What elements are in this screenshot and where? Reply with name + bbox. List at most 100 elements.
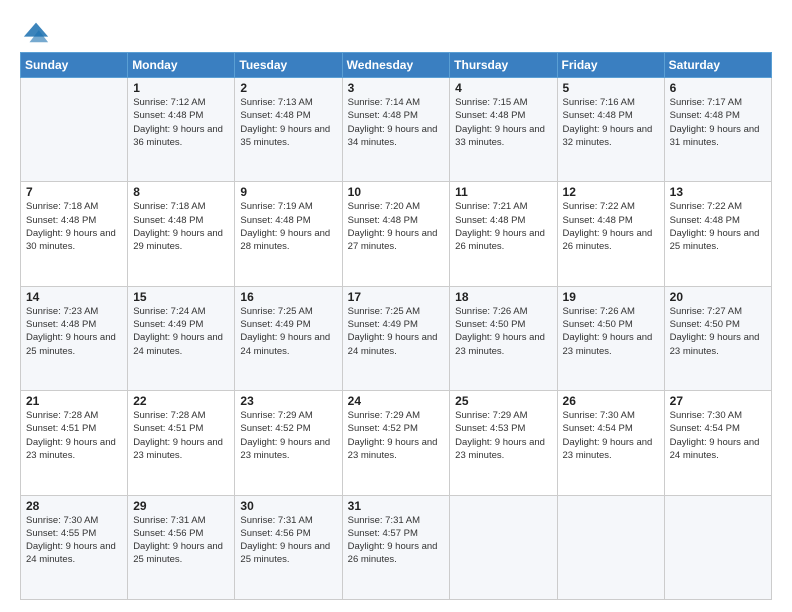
week-row-5: 28Sunrise: 7:30 AMSunset: 4:55 PMDayligh…: [21, 495, 772, 599]
logo: [20, 18, 50, 42]
day-cell: 22Sunrise: 7:28 AMSunset: 4:51 PMDayligh…: [128, 391, 235, 495]
day-info: Sunrise: 7:17 AMSunset: 4:48 PMDaylight:…: [670, 96, 766, 149]
day-cell: 15Sunrise: 7:24 AMSunset: 4:49 PMDayligh…: [128, 286, 235, 390]
day-info: Sunrise: 7:30 AMSunset: 4:54 PMDaylight:…: [563, 409, 659, 462]
day-info: Sunrise: 7:12 AMSunset: 4:48 PMDaylight:…: [133, 96, 229, 149]
day-info: Sunrise: 7:21 AMSunset: 4:48 PMDaylight:…: [455, 200, 551, 253]
day-cell: 30Sunrise: 7:31 AMSunset: 4:56 PMDayligh…: [235, 495, 342, 599]
day-info: Sunrise: 7:22 AMSunset: 4:48 PMDaylight:…: [670, 200, 766, 253]
day-number: 15: [133, 290, 229, 304]
day-cell: 2Sunrise: 7:13 AMSunset: 4:48 PMDaylight…: [235, 78, 342, 182]
day-number: 23: [240, 394, 336, 408]
logo-icon: [22, 18, 50, 46]
day-cell: 19Sunrise: 7:26 AMSunset: 4:50 PMDayligh…: [557, 286, 664, 390]
col-header-thursday: Thursday: [450, 53, 557, 78]
col-header-friday: Friday: [557, 53, 664, 78]
day-cell: 25Sunrise: 7:29 AMSunset: 4:53 PMDayligh…: [450, 391, 557, 495]
col-header-monday: Monday: [128, 53, 235, 78]
header: [20, 18, 772, 42]
week-row-3: 14Sunrise: 7:23 AMSunset: 4:48 PMDayligh…: [21, 286, 772, 390]
day-cell: 3Sunrise: 7:14 AMSunset: 4:48 PMDaylight…: [342, 78, 450, 182]
day-cell: 4Sunrise: 7:15 AMSunset: 4:48 PMDaylight…: [450, 78, 557, 182]
day-number: 16: [240, 290, 336, 304]
day-number: 19: [563, 290, 659, 304]
day-number: 20: [670, 290, 766, 304]
day-cell: 16Sunrise: 7:25 AMSunset: 4:49 PMDayligh…: [235, 286, 342, 390]
day-cell: [450, 495, 557, 599]
week-row-1: 1Sunrise: 7:12 AMSunset: 4:48 PMDaylight…: [21, 78, 772, 182]
day-cell: 31Sunrise: 7:31 AMSunset: 4:57 PMDayligh…: [342, 495, 450, 599]
day-number: 30: [240, 499, 336, 513]
day-number: 1: [133, 81, 229, 95]
day-info: Sunrise: 7:29 AMSunset: 4:53 PMDaylight:…: [455, 409, 551, 462]
day-number: 27: [670, 394, 766, 408]
day-number: 13: [670, 185, 766, 199]
day-info: Sunrise: 7:27 AMSunset: 4:50 PMDaylight:…: [670, 305, 766, 358]
day-cell: 29Sunrise: 7:31 AMSunset: 4:56 PMDayligh…: [128, 495, 235, 599]
day-number: 18: [455, 290, 551, 304]
day-cell: 8Sunrise: 7:18 AMSunset: 4:48 PMDaylight…: [128, 182, 235, 286]
day-cell: 11Sunrise: 7:21 AMSunset: 4:48 PMDayligh…: [450, 182, 557, 286]
day-cell: 6Sunrise: 7:17 AMSunset: 4:48 PMDaylight…: [664, 78, 771, 182]
day-info: Sunrise: 7:20 AMSunset: 4:48 PMDaylight:…: [348, 200, 445, 253]
week-row-2: 7Sunrise: 7:18 AMSunset: 4:48 PMDaylight…: [21, 182, 772, 286]
day-number: 3: [348, 81, 445, 95]
day-cell: 20Sunrise: 7:27 AMSunset: 4:50 PMDayligh…: [664, 286, 771, 390]
day-cell: [557, 495, 664, 599]
day-info: Sunrise: 7:22 AMSunset: 4:48 PMDaylight:…: [563, 200, 659, 253]
day-info: Sunrise: 7:18 AMSunset: 4:48 PMDaylight:…: [133, 200, 229, 253]
day-cell: 26Sunrise: 7:30 AMSunset: 4:54 PMDayligh…: [557, 391, 664, 495]
day-info: Sunrise: 7:23 AMSunset: 4:48 PMDaylight:…: [26, 305, 122, 358]
day-cell: 18Sunrise: 7:26 AMSunset: 4:50 PMDayligh…: [450, 286, 557, 390]
col-header-tuesday: Tuesday: [235, 53, 342, 78]
day-number: 7: [26, 185, 122, 199]
day-cell: 12Sunrise: 7:22 AMSunset: 4:48 PMDayligh…: [557, 182, 664, 286]
day-info: Sunrise: 7:30 AMSunset: 4:54 PMDaylight:…: [670, 409, 766, 462]
day-info: Sunrise: 7:31 AMSunset: 4:57 PMDaylight:…: [348, 514, 445, 567]
col-header-sunday: Sunday: [21, 53, 128, 78]
day-number: 12: [563, 185, 659, 199]
day-cell: 27Sunrise: 7:30 AMSunset: 4:54 PMDayligh…: [664, 391, 771, 495]
day-number: 9: [240, 185, 336, 199]
day-info: Sunrise: 7:25 AMSunset: 4:49 PMDaylight:…: [348, 305, 445, 358]
day-info: Sunrise: 7:18 AMSunset: 4:48 PMDaylight:…: [26, 200, 122, 253]
day-cell: 14Sunrise: 7:23 AMSunset: 4:48 PMDayligh…: [21, 286, 128, 390]
day-info: Sunrise: 7:28 AMSunset: 4:51 PMDaylight:…: [26, 409, 122, 462]
day-info: Sunrise: 7:19 AMSunset: 4:48 PMDaylight:…: [240, 200, 336, 253]
col-header-saturday: Saturday: [664, 53, 771, 78]
day-number: 5: [563, 81, 659, 95]
day-cell: 7Sunrise: 7:18 AMSunset: 4:48 PMDaylight…: [21, 182, 128, 286]
day-number: 10: [348, 185, 445, 199]
day-cell: 10Sunrise: 7:20 AMSunset: 4:48 PMDayligh…: [342, 182, 450, 286]
day-info: Sunrise: 7:31 AMSunset: 4:56 PMDaylight:…: [240, 514, 336, 567]
day-cell: 21Sunrise: 7:28 AMSunset: 4:51 PMDayligh…: [21, 391, 128, 495]
day-cell: 28Sunrise: 7:30 AMSunset: 4:55 PMDayligh…: [21, 495, 128, 599]
calendar-header-row: SundayMondayTuesdayWednesdayThursdayFrid…: [21, 53, 772, 78]
day-number: 2: [240, 81, 336, 95]
day-info: Sunrise: 7:24 AMSunset: 4:49 PMDaylight:…: [133, 305, 229, 358]
day-number: 22: [133, 394, 229, 408]
day-info: Sunrise: 7:31 AMSunset: 4:56 PMDaylight:…: [133, 514, 229, 567]
day-number: 25: [455, 394, 551, 408]
day-info: Sunrise: 7:15 AMSunset: 4:48 PMDaylight:…: [455, 96, 551, 149]
day-number: 6: [670, 81, 766, 95]
day-number: 4: [455, 81, 551, 95]
day-info: Sunrise: 7:28 AMSunset: 4:51 PMDaylight:…: [133, 409, 229, 462]
day-number: 29: [133, 499, 229, 513]
day-cell: 17Sunrise: 7:25 AMSunset: 4:49 PMDayligh…: [342, 286, 450, 390]
day-cell: 1Sunrise: 7:12 AMSunset: 4:48 PMDaylight…: [128, 78, 235, 182]
day-info: Sunrise: 7:26 AMSunset: 4:50 PMDaylight:…: [455, 305, 551, 358]
day-info: Sunrise: 7:14 AMSunset: 4:48 PMDaylight:…: [348, 96, 445, 149]
day-number: 14: [26, 290, 122, 304]
day-number: 28: [26, 499, 122, 513]
day-number: 8: [133, 185, 229, 199]
day-cell: [21, 78, 128, 182]
day-cell: 5Sunrise: 7:16 AMSunset: 4:48 PMDaylight…: [557, 78, 664, 182]
day-cell: 24Sunrise: 7:29 AMSunset: 4:52 PMDayligh…: [342, 391, 450, 495]
day-number: 11: [455, 185, 551, 199]
day-number: 31: [348, 499, 445, 513]
day-info: Sunrise: 7:29 AMSunset: 4:52 PMDaylight:…: [240, 409, 336, 462]
day-number: 21: [26, 394, 122, 408]
day-info: Sunrise: 7:26 AMSunset: 4:50 PMDaylight:…: [563, 305, 659, 358]
day-info: Sunrise: 7:16 AMSunset: 4:48 PMDaylight:…: [563, 96, 659, 149]
